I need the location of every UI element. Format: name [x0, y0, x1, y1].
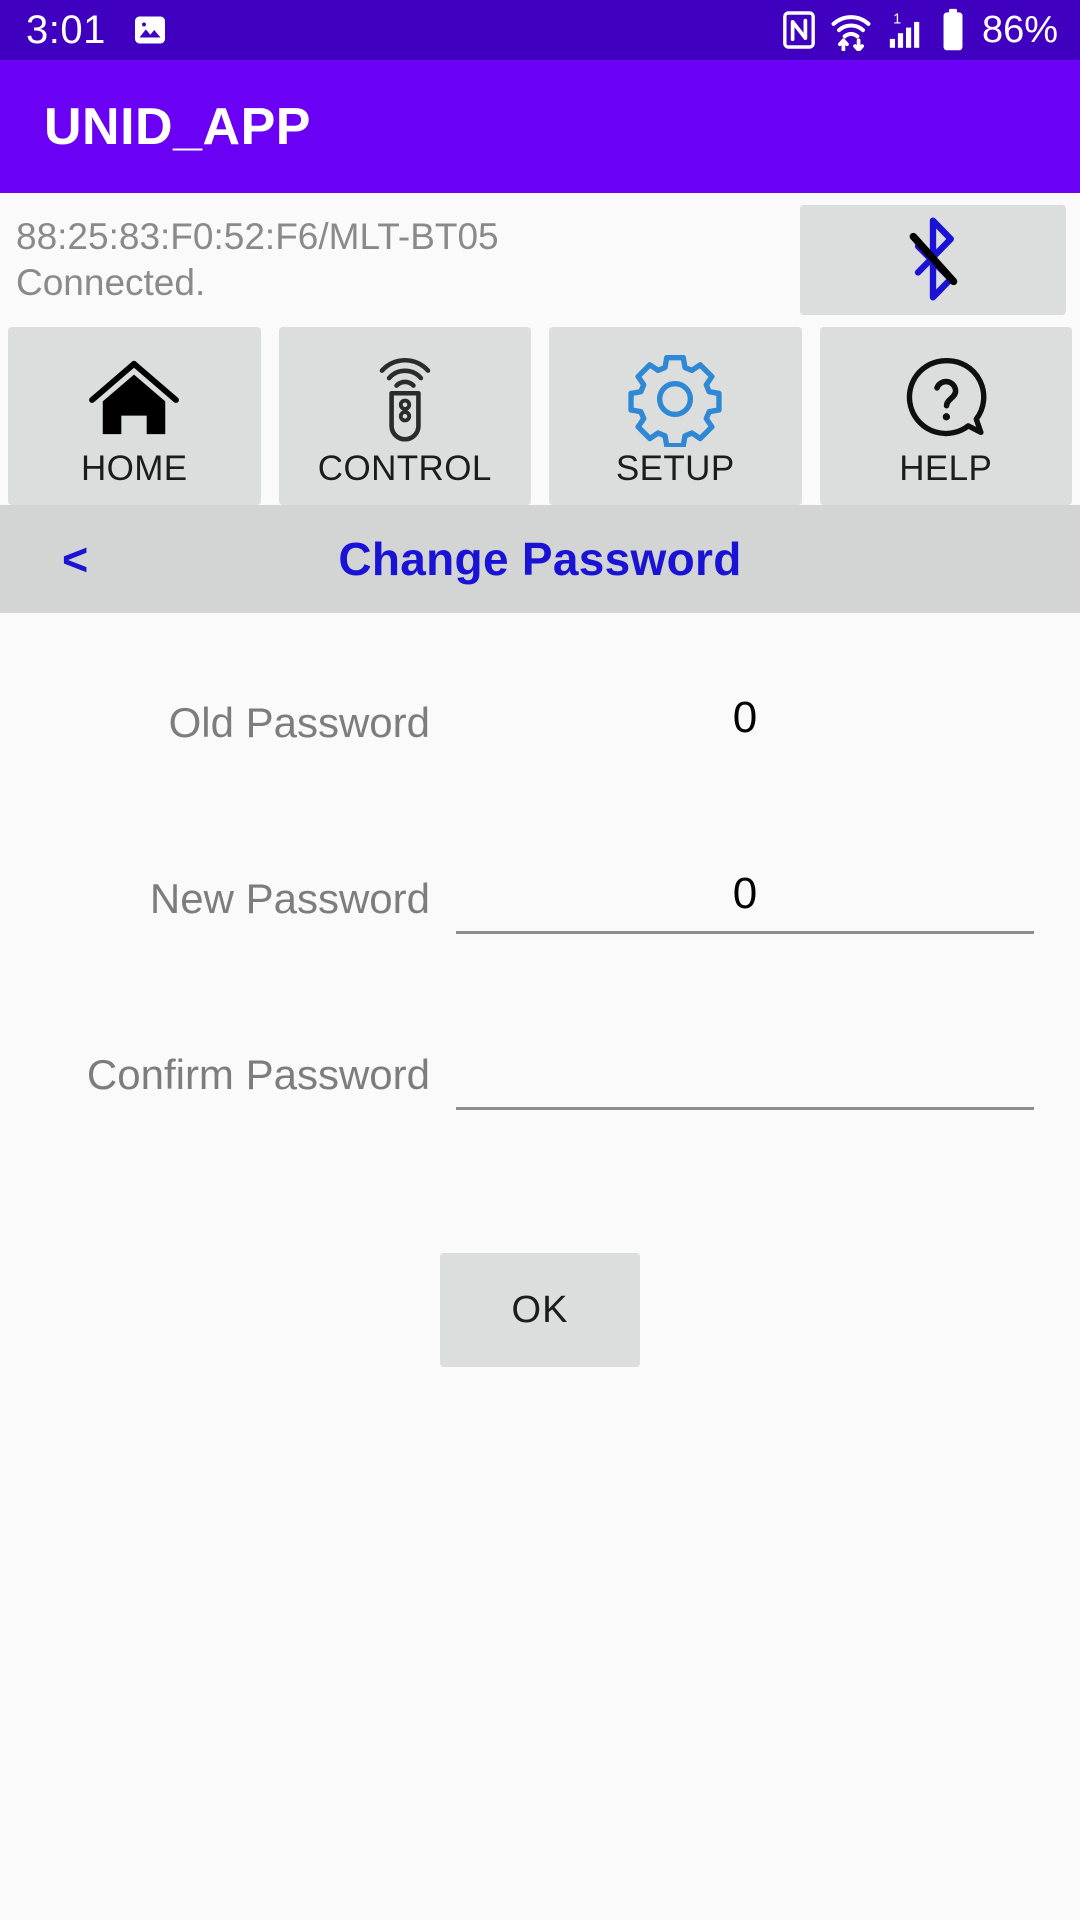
nav-button-home[interactable]: HOME — [8, 327, 261, 505]
nav-button-setup[interactable]: SETUP — [549, 327, 802, 505]
field-row-old-password: Old Password — [0, 657, 1080, 833]
page-title: Change Password — [338, 533, 742, 585]
app-title: UNID_APP — [44, 97, 311, 156]
field-row-new-password: New Password — [0, 833, 1080, 1009]
nav-label-setup: SETUP — [615, 449, 735, 488]
home-icon — [87, 351, 181, 447]
label-old-password: Old Password — [168, 699, 430, 746]
device-info: 88:25:83:F0:52:F6/MLT-BT05 Connected. — [16, 214, 800, 306]
input-wrap-new-password — [456, 833, 1034, 934]
nav-button-control[interactable]: CONTROL — [278, 327, 531, 505]
bluetooth-disconnect-button[interactable] — [800, 205, 1066, 315]
label-new-password: New Password — [149, 875, 430, 922]
section-header: < Change Password — [0, 505, 1080, 613]
nav-label-home: HOME — [80, 449, 188, 488]
status-bar-clock: 3:01 — [26, 8, 106, 52]
back-button[interactable]: < — [46, 527, 104, 592]
status-bar: 3:01 1 86% — [0, 0, 1080, 60]
battery-percent-label: 86% — [981, 9, 1058, 51]
field-row-confirm-password: Confirm Password — [0, 1009, 1080, 1185]
nav-label-help: HELP — [899, 449, 993, 488]
bluetooth-disabled-icon — [894, 216, 972, 305]
input-wrap-old-password — [456, 657, 1034, 755]
remote-control-icon — [368, 351, 442, 447]
label-confirm-password: Confirm Password — [86, 1051, 430, 1098]
old-password-input[interactable] — [456, 693, 1034, 755]
new-password-input[interactable] — [456, 869, 1034, 934]
battery-icon — [940, 8, 966, 52]
gallery-image-icon — [132, 12, 168, 48]
device-connection-status: Connected. — [16, 262, 206, 303]
ok-button[interactable]: OK — [440, 1253, 640, 1367]
wifi-icon — [830, 9, 872, 51]
svg-text:1: 1 — [893, 12, 901, 28]
help-question-icon — [900, 351, 992, 447]
device-status-row: 88:25:83:F0:52:F6/MLT-BT05 Connected. — [0, 193, 1080, 327]
app-bar: UNID_APP — [0, 60, 1080, 193]
nfc-icon — [782, 10, 816, 50]
main-nav-bar: HOME CONTROL SETUP HELP — [0, 327, 1080, 505]
gear-icon — [627, 351, 723, 447]
status-bar-notification-icons — [132, 12, 168, 48]
status-bar-system-icons: 1 86% — [782, 8, 1058, 52]
confirm-password-input[interactable] — [456, 1045, 1034, 1110]
input-wrap-confirm-password — [456, 1009, 1034, 1110]
nav-button-help[interactable]: HELP — [819, 327, 1072, 505]
nav-label-control: CONTROL — [317, 449, 492, 488]
form-actions: OK — [0, 1253, 1080, 1367]
change-password-form: Old Password New Password Confirm Passwo… — [0, 613, 1080, 1367]
cellular-signal-icon: 1 — [886, 9, 926, 51]
device-address: 88:25:83:F0:52:F6/MLT-BT05 — [16, 216, 499, 258]
